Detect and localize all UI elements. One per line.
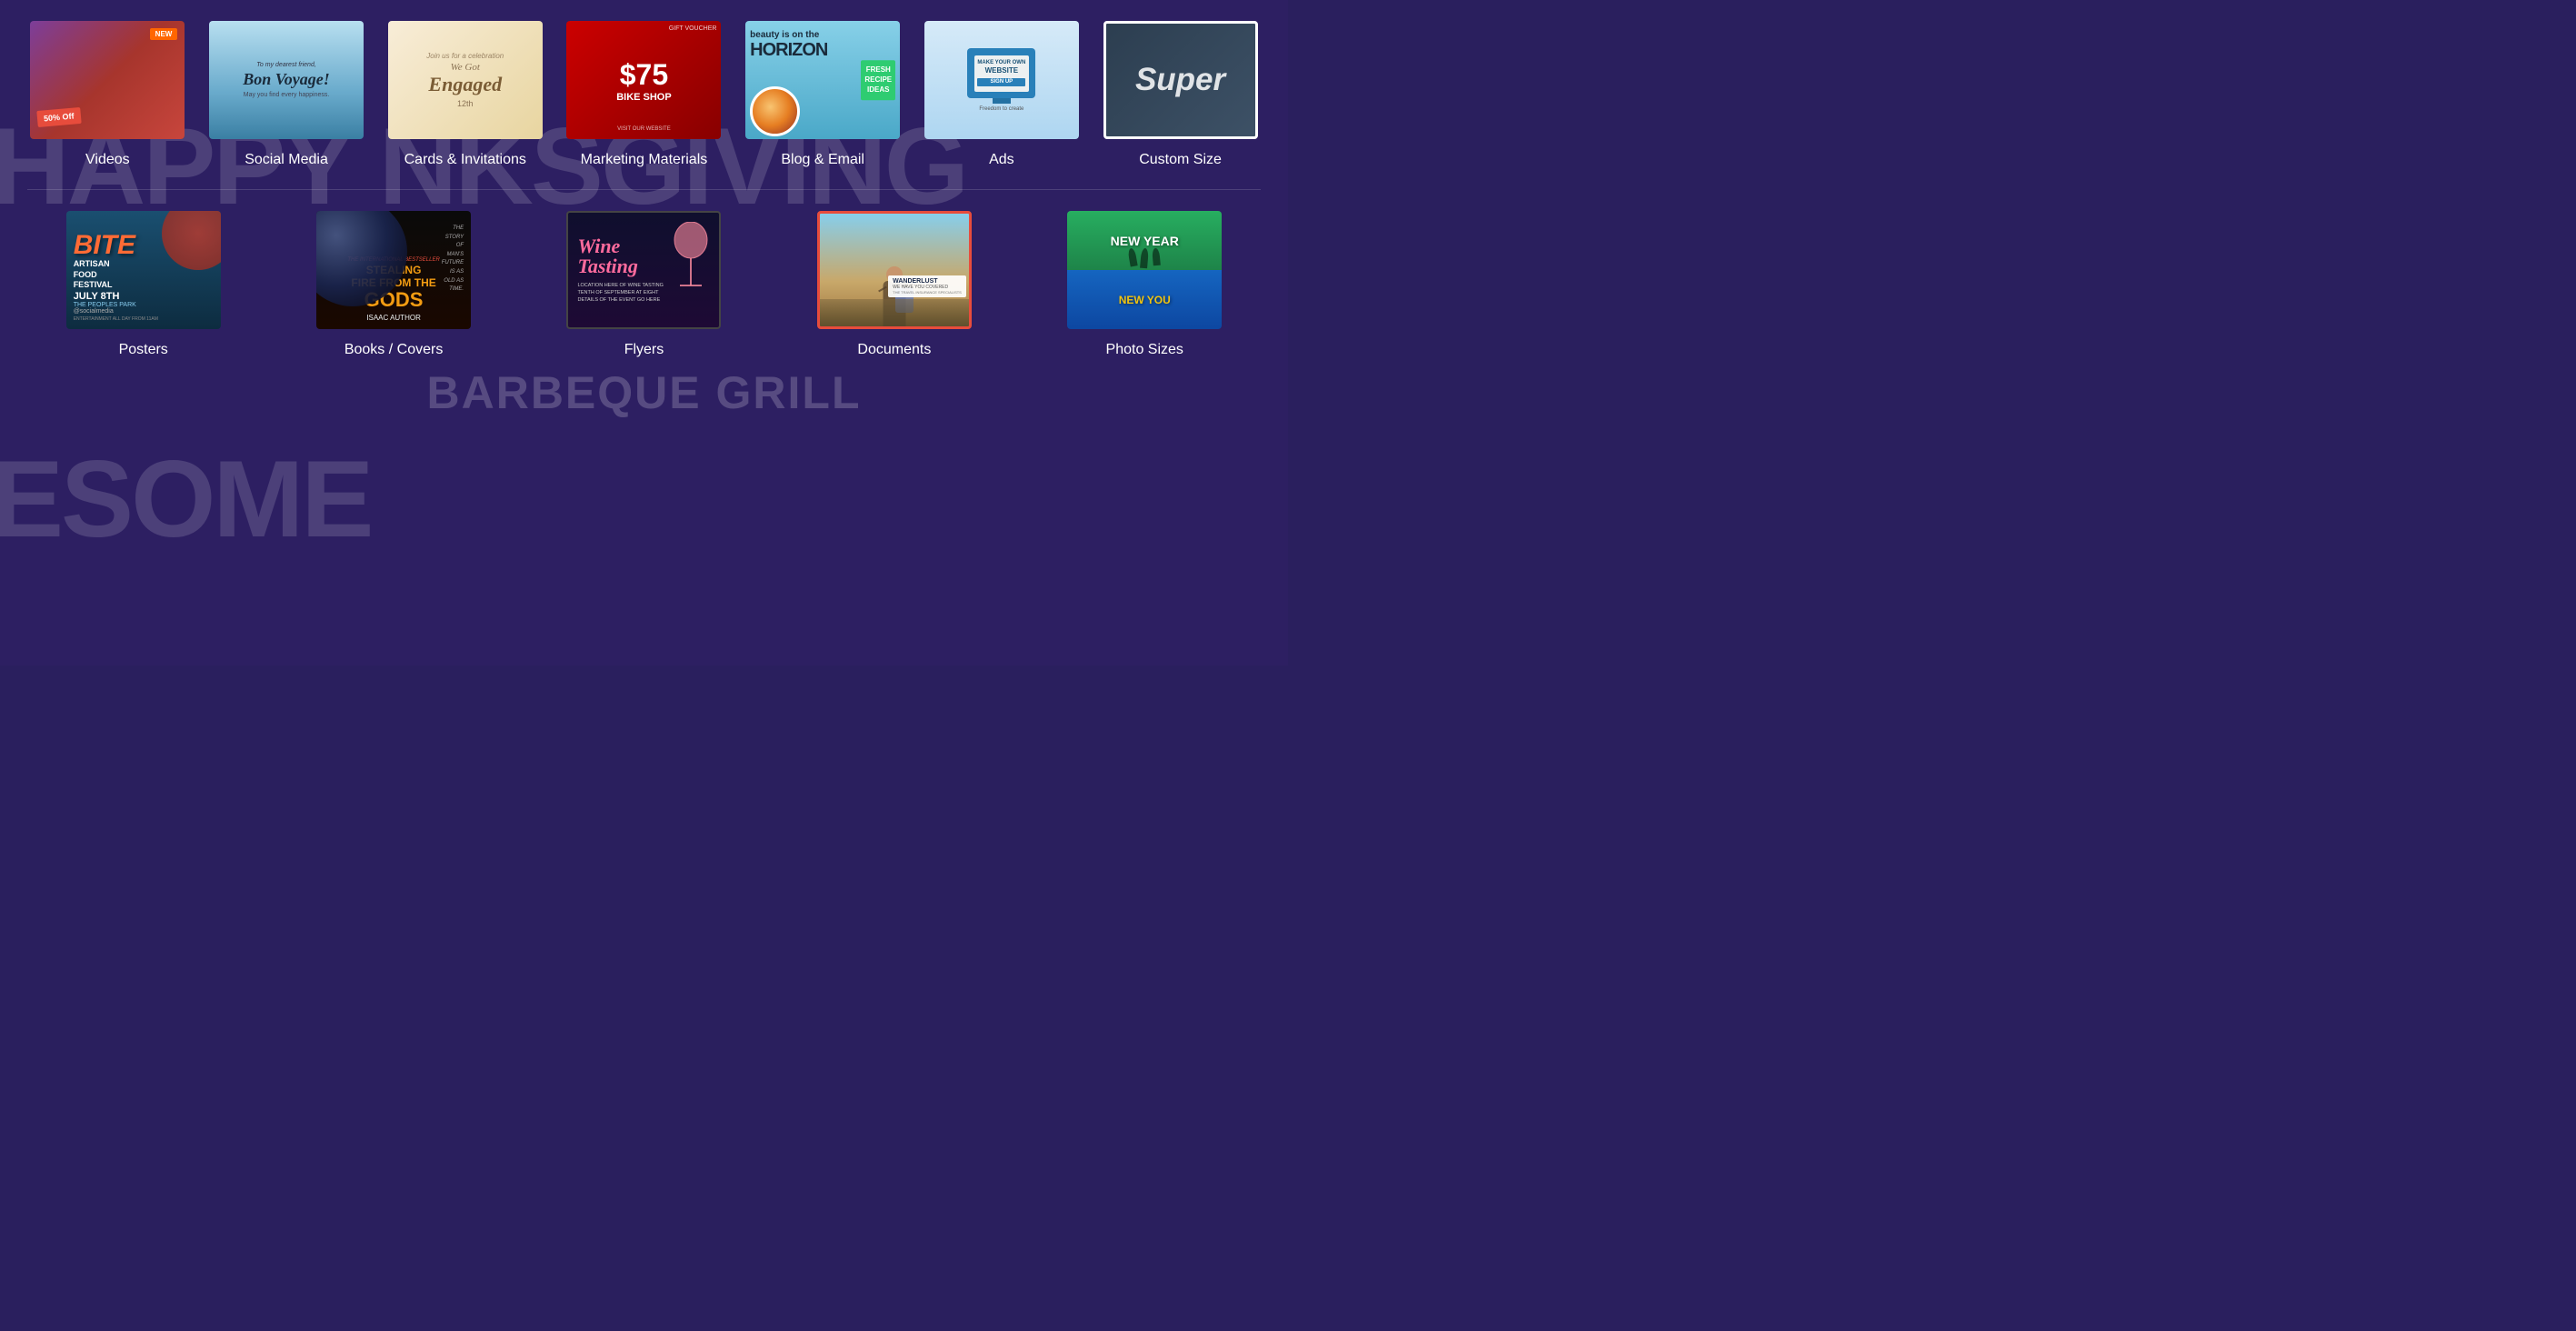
- social-subtitle: May you find every happiness.: [244, 92, 330, 98]
- bg-text-bottom: ESOME: [0, 436, 371, 562]
- posters-label: Posters: [119, 342, 168, 358]
- social-title: Bon Voyage!: [243, 70, 330, 89]
- posters-date: JULY 8TH: [74, 291, 120, 302]
- cards-line2: Engaged: [428, 73, 502, 96]
- category-blog-email[interactable]: beauty is on the HORIZON FRESH RECIPE ID…: [738, 14, 907, 175]
- gift-voucher-label: GIFT VOUCHER: [669, 25, 717, 32]
- flyers-line2: Tasting: [577, 256, 637, 276]
- social-greeting: To my dearest friend,: [256, 62, 316, 68]
- flyers-thumbnail: Wine Tasting LOCATION HERE OF WINE TASTI…: [566, 211, 721, 329]
- marketing-thumbnail: GIFT VOUCHER $75 BIKE SHOP VISIT OUR WEB…: [566, 21, 721, 139]
- blog-line1: beauty is on the: [750, 30, 854, 40]
- videos-thumbnail: NEW 50% Off: [30, 21, 185, 139]
- category-cards-invitations[interactable]: Join us for a celebration We Got Engaged…: [381, 14, 550, 175]
- category-ads[interactable]: MAKE YOUR OWN WEBSITE SIGN UP Freedom to…: [917, 14, 1086, 175]
- cards-subtitle: Join us for a celebration: [426, 52, 504, 60]
- category-videos[interactable]: NEW 50% Off Videos: [23, 14, 192, 175]
- documents-label: Documents: [857, 342, 931, 358]
- category-social-media[interactable]: To my dearest friend, Bon Voyage! May yo…: [202, 14, 371, 175]
- blog-badge2: RECIPE: [864, 75, 892, 85]
- category-custom-size[interactable]: Super Custom Size: [1096, 14, 1265, 175]
- category-flyers[interactable]: Wine Tasting LOCATION HERE OF WINE TASTI…: [559, 204, 728, 365]
- books-label: Books / Covers: [344, 342, 443, 358]
- photo-sizes-label: Photo Sizes: [1106, 342, 1183, 358]
- blog-badge1: FRESH: [864, 65, 892, 75]
- cards-line1: We Got: [451, 62, 480, 73]
- books-tagline: THESTORYOFMAN'SFUTUREIS ASOLD ASTIME.: [442, 225, 464, 295]
- books-author: ISAAC AUTHOR: [366, 314, 421, 322]
- ads-label: Ads: [989, 152, 1014, 168]
- videos-label: Videos: [85, 152, 130, 168]
- posters-venue: THE PEOPLES PARK: [74, 302, 136, 308]
- flyers-label: Flyers: [624, 342, 664, 358]
- custom-text: Super: [1135, 62, 1225, 98]
- social-media-label: Social Media: [245, 152, 328, 168]
- books-thumbnail: THESTORYOFMAN'SFUTUREIS ASOLD ASTIME. TH…: [316, 211, 471, 329]
- category-documents[interactable]: WANDERLUST WE HAVE YOU COVERED THE TRAVE…: [810, 204, 979, 365]
- marketing-shop: BIKE SHOP: [616, 92, 672, 103]
- photos-thumbnail: NEW YEAR NEW YOU: [1067, 211, 1222, 329]
- posters-footer: ENTERTAINMENT ALL DAY FROM 11AM: [74, 316, 158, 322]
- ads-subhead: WEBSITE: [977, 66, 1025, 75]
- marketing-amount: $75: [620, 58, 668, 92]
- posters-thumbnail: BITE ARTISAN FOOD FESTIVAL JULY 8TH THE …: [66, 211, 221, 329]
- category-posters[interactable]: BITE ARTISAN FOOD FESTIVAL JULY 8TH THE …: [59, 204, 228, 365]
- ads-cta: SIGN UP: [977, 78, 1025, 87]
- blog-thumbnail: beauty is on the HORIZON FRESH RECIPE ID…: [745, 21, 900, 139]
- marketing-label: Marketing Materials: [581, 152, 708, 168]
- blog-badge3: IDEAS: [864, 85, 892, 95]
- photos-line1: NEW YEAR: [1111, 234, 1179, 248]
- documents-sub: THE TRAVEL INSURANCE SPECIALISTS: [893, 290, 962, 295]
- cards-date: 12th: [457, 99, 474, 108]
- category-marketing[interactable]: GIFT VOUCHER $75 BIKE SHOP VISIT OUR WEB…: [559, 14, 728, 175]
- category-books[interactable]: THESTORYOFMAN'SFUTUREIS ASOLD ASTIME. TH…: [309, 204, 478, 365]
- custom-thumbnail: Super: [1103, 21, 1258, 139]
- social-thumbnail: To my dearest friend, Bon Voyage! May yo…: [209, 21, 364, 139]
- photos-line2: NEW YOU: [1119, 294, 1171, 306]
- documents-thumbnail: WANDERLUST WE HAVE YOU COVERED THE TRAVE…: [817, 211, 972, 329]
- blog-email-label: Blog & Email: [781, 152, 864, 168]
- posters-handle: @socialmedia: [74, 308, 114, 315]
- cards-thumbnail: Join us for a celebration We Got Engaged…: [388, 21, 543, 139]
- flyers-line1: Wine: [577, 236, 620, 256]
- custom-size-label: Custom Size: [1139, 152, 1222, 168]
- category-photo-sizes[interactable]: NEW YEAR NEW YOU: [1060, 204, 1229, 365]
- cards-label: Cards & Invitations: [404, 152, 526, 168]
- wine-glass-icon: [671, 222, 712, 299]
- posters-sub: ARTISAN FOOD FESTIVAL: [74, 259, 113, 291]
- ads-headline: MAKE YOUR OWN: [977, 60, 1025, 67]
- new-badge: NEW: [150, 28, 178, 40]
- ads-tagline: Freedom to create: [979, 106, 1023, 112]
- documents-brand: WANDERLUST: [893, 278, 962, 285]
- blog-line2: HORIZON: [750, 40, 854, 61]
- flyers-details: LOCATION HERE OF WINE TASTING TENTH OF S…: [577, 282, 663, 305]
- ads-thumbnail: MAKE YOUR OWN WEBSITE SIGN UP Freedom to…: [924, 21, 1079, 139]
- posters-main: BITE: [74, 232, 135, 259]
- marketing-cta: VISIT OUR WEBSITE: [617, 126, 671, 132]
